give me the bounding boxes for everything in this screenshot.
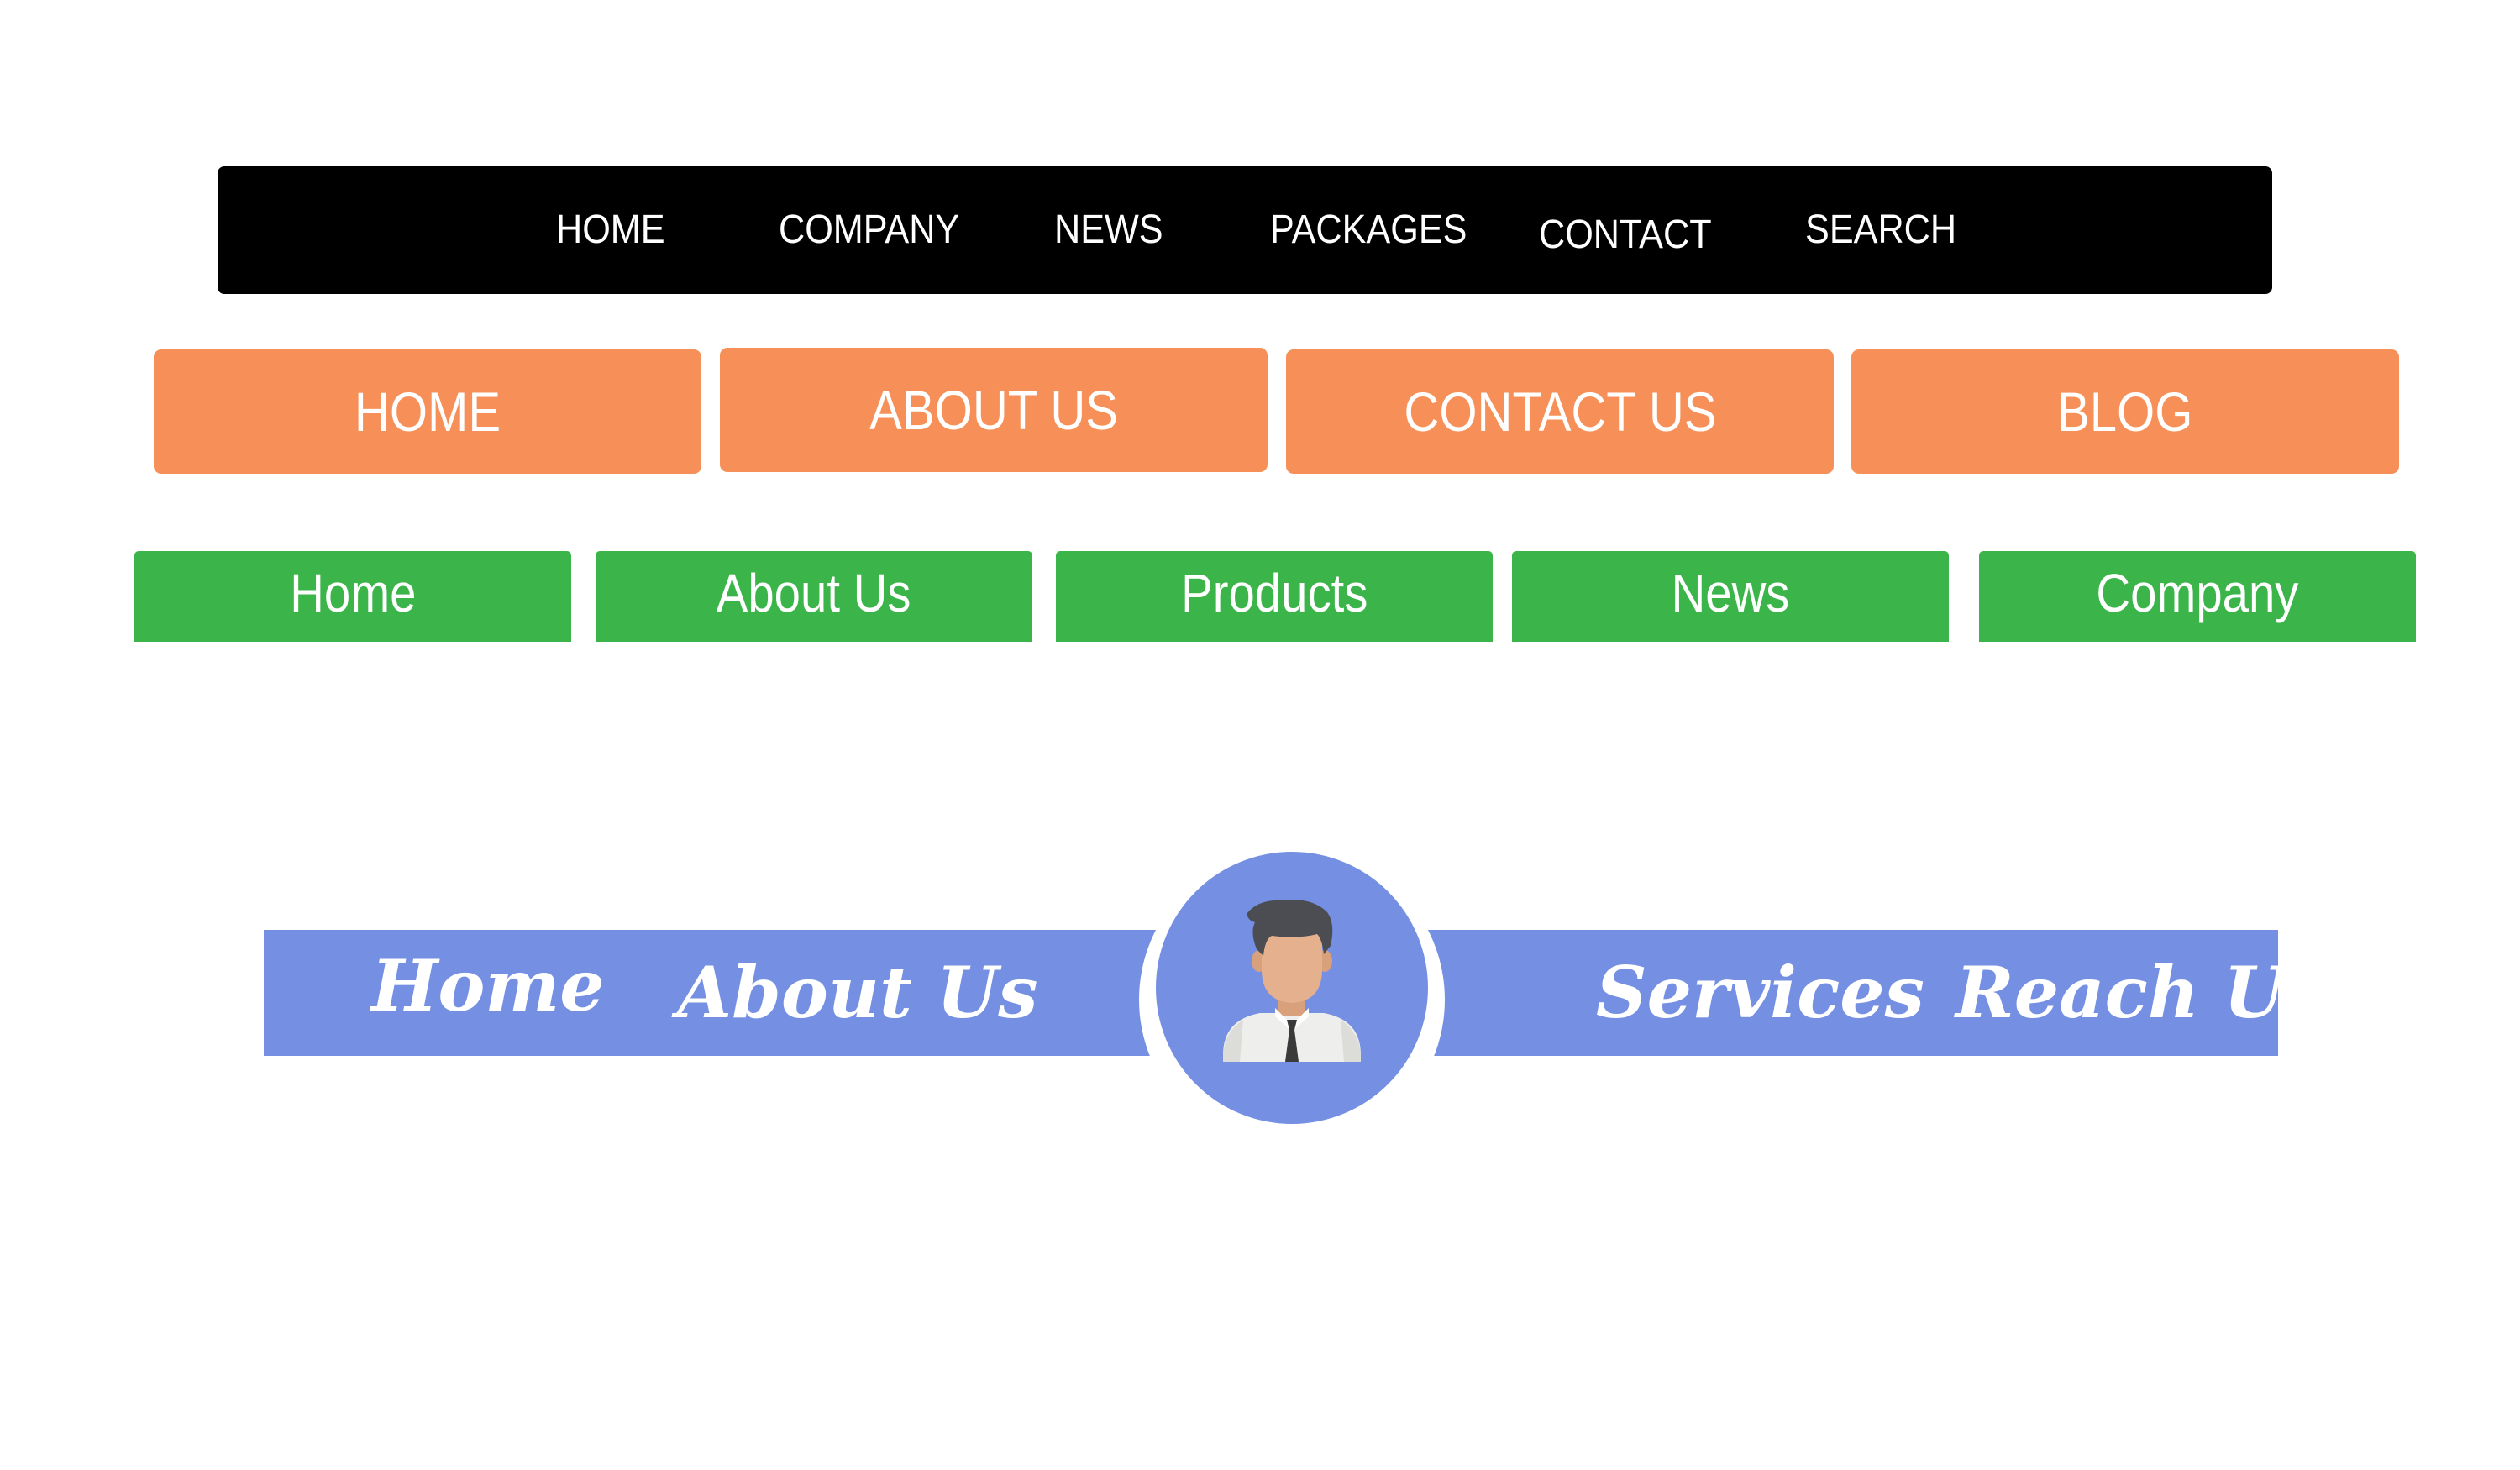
- black-nav-packages[interactable]: PACKAGES: [1270, 166, 1467, 294]
- orange-nav-blog-label: BLOG: [2057, 381, 2193, 443]
- blue-nav-home[interactable]: Home: [371, 923, 605, 1049]
- orange-nav-about-us-button[interactable]: ABOUT US: [720, 348, 1268, 472]
- green-tab-about-us[interactable]: About Us: [596, 551, 1032, 642]
- orange-nav-contact-us-button[interactable]: CONTACT US: [1286, 349, 1834, 474]
- green-tab-company-label: Company: [2096, 563, 2299, 623]
- blue-nav-about-us[interactable]: About Us: [677, 930, 1038, 1056]
- black-nav-news[interactable]: NEWS: [1054, 166, 1163, 294]
- person-icon: [1223, 900, 1361, 1062]
- green-tab-news[interactable]: News: [1512, 551, 1949, 642]
- orange-nav-home-button[interactable]: HOME: [154, 349, 701, 474]
- orange-nav-contact-us-label: CONTACT US: [1403, 381, 1717, 443]
- green-tab-news-label: News: [1671, 563, 1790, 623]
- orange-nav-about-us-label: ABOUT US: [869, 379, 1118, 441]
- user-avatar-icon[interactable]: [1156, 852, 1428, 1124]
- green-tab-about-us-label: About Us: [717, 563, 911, 623]
- black-nav-home[interactable]: HOME: [556, 166, 665, 294]
- orange-nav-blog-button[interactable]: BLOG: [1851, 349, 2399, 474]
- black-navbar: HOME COMPANY NEWS PACKAGES CONTACT SEARC…: [218, 166, 2272, 294]
- black-nav-search[interactable]: SEARCH: [1805, 166, 1956, 294]
- blue-nav-services[interactable]: Services: [1596, 930, 1924, 1056]
- green-tab-home[interactable]: Home: [134, 551, 571, 642]
- black-nav-contact[interactable]: CONTACT: [1539, 171, 1712, 299]
- green-tab-company[interactable]: Company: [1979, 551, 2416, 642]
- green-tab-products-label: Products: [1180, 563, 1368, 623]
- green-tab-home-label: Home: [289, 563, 417, 623]
- green-tab-products[interactable]: Products: [1056, 551, 1493, 642]
- blue-nav-reach-us[interactable]: Reach Us: [1956, 930, 2325, 1056]
- black-nav-company[interactable]: COMPANY: [779, 166, 959, 294]
- orange-nav-home-label: HOME: [354, 381, 501, 443]
